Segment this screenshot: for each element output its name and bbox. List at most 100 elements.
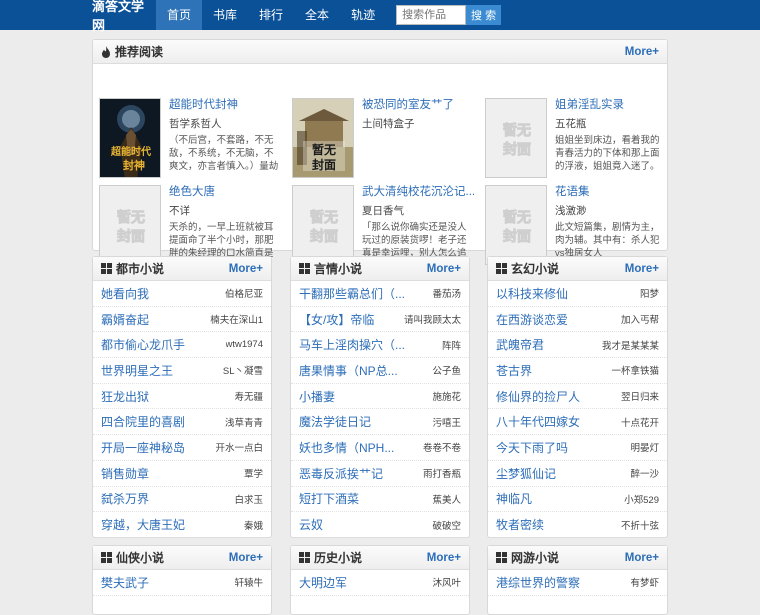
recommend-more-link[interactable]: More+	[625, 46, 659, 58]
list-item-author: 翌日归来	[620, 392, 659, 404]
category-panel-xianxia: 仙侠小说 More+ 樊夫武子 轩辕牛	[92, 545, 272, 615]
list-item-title[interactable]: 云奴	[299, 516, 323, 533]
nav-completed[interactable]: 全本	[294, 0, 340, 30]
list-item-title[interactable]: 小播妻	[299, 388, 335, 405]
book-title[interactable]: 超能时代封神	[169, 98, 281, 112]
list-item-title[interactable]: 修仙界的捡尸人	[496, 388, 580, 405]
book-author: 不详	[169, 205, 190, 217]
search-button[interactable]: 搜 索	[466, 5, 502, 25]
category-title: 玄幻小说	[511, 262, 560, 276]
list-item-title[interactable]: 唐果情事（NP总...	[299, 362, 398, 379]
list-item-title[interactable]: 干翻那些霸总们（...	[299, 285, 405, 302]
list-item-title[interactable]: 弑杀万界	[101, 490, 149, 507]
list-item-title[interactable]: 恶毒反派挨艹记	[299, 465, 383, 482]
book-cover[interactable]: 暂无 封面	[485, 185, 547, 265]
list-item-title[interactable]: 马车上淫肉操穴（...	[299, 336, 405, 353]
list-item: 云奴 破破空	[291, 512, 469, 538]
list-item-title[interactable]: 神临凡	[496, 490, 532, 507]
list-item-author: 阳梦	[639, 289, 659, 301]
nav-ranking[interactable]: 排行	[248, 0, 294, 30]
book-cover[interactable]: 暂无 封面	[292, 185, 354, 265]
book-title[interactable]: 被恐同的室友艹了	[362, 98, 474, 112]
list-item-title[interactable]: 在西游谈恋爱	[496, 311, 568, 328]
category-more-link[interactable]: More+	[229, 552, 263, 564]
list-item: 弑杀万界 白求玉	[93, 487, 271, 513]
list-item-title[interactable]: 尘梦狐仙记	[496, 465, 556, 482]
book-cover[interactable]: 暂无 封面	[292, 98, 354, 178]
list-item: 恶毒反派挨艹记 雨打香瓶	[291, 461, 469, 487]
book-cover[interactable]: 暂无 封面	[485, 98, 547, 178]
site-logo[interactable]: 滴答文学网	[92, 0, 156, 34]
list-item: 苍古界 一杯拿铁猫	[488, 358, 667, 384]
list-item-title[interactable]: 都市偷心龙爪手	[101, 336, 185, 353]
book-desc: （不后宫，不套路，不无敌，不系统，不无脑，不爽文，亦言者慎入。）量劫再起，五维	[169, 135, 279, 172]
list-item-title[interactable]: 四合院里的喜剧	[101, 413, 185, 430]
category-more-link[interactable]: More+	[229, 263, 263, 275]
book-title[interactable]: 花语集	[555, 185, 667, 199]
book-title[interactable]: 绝色大唐	[169, 185, 281, 199]
list-item-title[interactable]: 销售勋章	[101, 465, 149, 482]
book-title[interactable]: 姐弟淫乱实录	[555, 98, 667, 112]
list-item: 在西游谈恋爱 加入丐帮	[488, 307, 667, 333]
book-list: 港综世界的警察 有梦虾	[488, 570, 667, 596]
list-item-title[interactable]: 武魄帝君	[496, 336, 544, 353]
cover-title-text: 超能时代	[110, 145, 151, 158]
list-item-title[interactable]: 苍古界	[496, 362, 532, 379]
list-item-title[interactable]: 妖也多情（NPH...	[299, 439, 394, 456]
list-item-title[interactable]: 开局一座神秘岛	[101, 439, 185, 456]
list-item-author: 小郑529	[624, 494, 659, 506]
list-item-title[interactable]: 霸婿奋起	[101, 311, 149, 328]
list-item-author: 覃学	[243, 469, 263, 481]
list-item-title[interactable]: 穿越，大唐王妃	[101, 516, 185, 533]
list-item-title[interactable]: 魔法学徒日记	[299, 413, 371, 430]
grid-icon	[101, 552, 112, 563]
book-author: 浅激渺	[555, 205, 587, 217]
category-title: 历史小说	[314, 551, 363, 565]
list-item-title[interactable]: 樊夫武子	[101, 574, 149, 591]
cover-placeholder-text: 暂无	[503, 209, 531, 226]
list-item-author: 我才是某某某	[601, 340, 659, 352]
book-title[interactable]: 武大清纯校花沉沦记...	[362, 185, 474, 199]
category-title: 言情小说	[314, 262, 363, 276]
category-more-link[interactable]: More+	[427, 552, 461, 564]
book-card[interactable]: 暂无 封面 被恐同的室友艹了 土间特盒子	[292, 98, 472, 182]
list-item-author: 楠夫在深山1	[210, 315, 263, 327]
category-more-link[interactable]: More+	[625, 263, 659, 275]
list-item-title[interactable]: 大明边军	[299, 574, 347, 591]
list-item-author: 蕉美人	[432, 494, 461, 506]
category-more-link[interactable]: More+	[625, 552, 659, 564]
list-item-title[interactable]: 八十年代四嫁女	[496, 413, 580, 430]
nav-home[interactable]: 首页	[156, 0, 203, 30]
search-bar: 搜 索	[396, 5, 502, 25]
recommend-header: 推荐阅读 More+	[93, 40, 667, 64]
list-item-title[interactable]: 她看向我	[101, 285, 149, 302]
list-item-author: 污嘻王	[432, 417, 461, 429]
nav-history[interactable]: 轨迹	[340, 0, 386, 30]
list-item-title[interactable]: 【女/攻】帝临	[299, 311, 374, 328]
list-item-title[interactable]: 世界明星之王	[101, 362, 173, 379]
list-item-title[interactable]: 狂龙出狱	[101, 388, 149, 405]
book-author: 哲学系哲人	[169, 118, 222, 130]
book-cover[interactable]: 暂无 封面	[99, 185, 161, 265]
category-more-link[interactable]: More+	[427, 263, 461, 275]
list-item: 大明边军 沐风叶	[291, 570, 469, 596]
top-navbar: 滴答文学网 首页 书库 排行 全本 轨迹 搜 索	[0, 0, 760, 33]
category-title: 都市小说	[116, 262, 165, 276]
book-author: 夏日香气	[362, 205, 404, 217]
cover-placeholder-text: 暂无	[117, 209, 145, 226]
list-item-title[interactable]: 今天下雨了吗	[496, 439, 568, 456]
book-card[interactable]: 超能时代 封神 超能时代封神 哲学系哲人 （不后宫，不套路，不无敌，不系统，不无…	[99, 98, 279, 182]
list-item: 牧者密续 不折十弦	[488, 512, 667, 538]
list-item: 四合院里的喜剧 浅草青青	[93, 409, 271, 436]
list-item: 霸婿奋起 楠夫在深山1	[93, 307, 271, 333]
list-item-title[interactable]: 短打下酒菜	[299, 490, 359, 507]
list-item-title[interactable]: 牧者密续	[496, 516, 544, 533]
book-desc: 姐姐坐到床边，看着我的青春活力的下体和那上面的浮液，姐姐竟入迷了。	[555, 135, 660, 172]
search-input[interactable]	[396, 5, 467, 25]
list-item-author: 醉一沙	[630, 469, 659, 481]
nav-library[interactable]: 书库	[202, 0, 248, 30]
list-item-title[interactable]: 港综世界的警察	[496, 574, 580, 591]
book-card[interactable]: 暂无 封面 姐弟淫乱实录 五花瓶 姐姐坐到床边，看着我的青春活力的下体和那上面的…	[485, 98, 665, 182]
list-item-title[interactable]: 以科技来修仙	[496, 285, 568, 302]
book-cover[interactable]: 超能时代 封神	[99, 98, 161, 178]
